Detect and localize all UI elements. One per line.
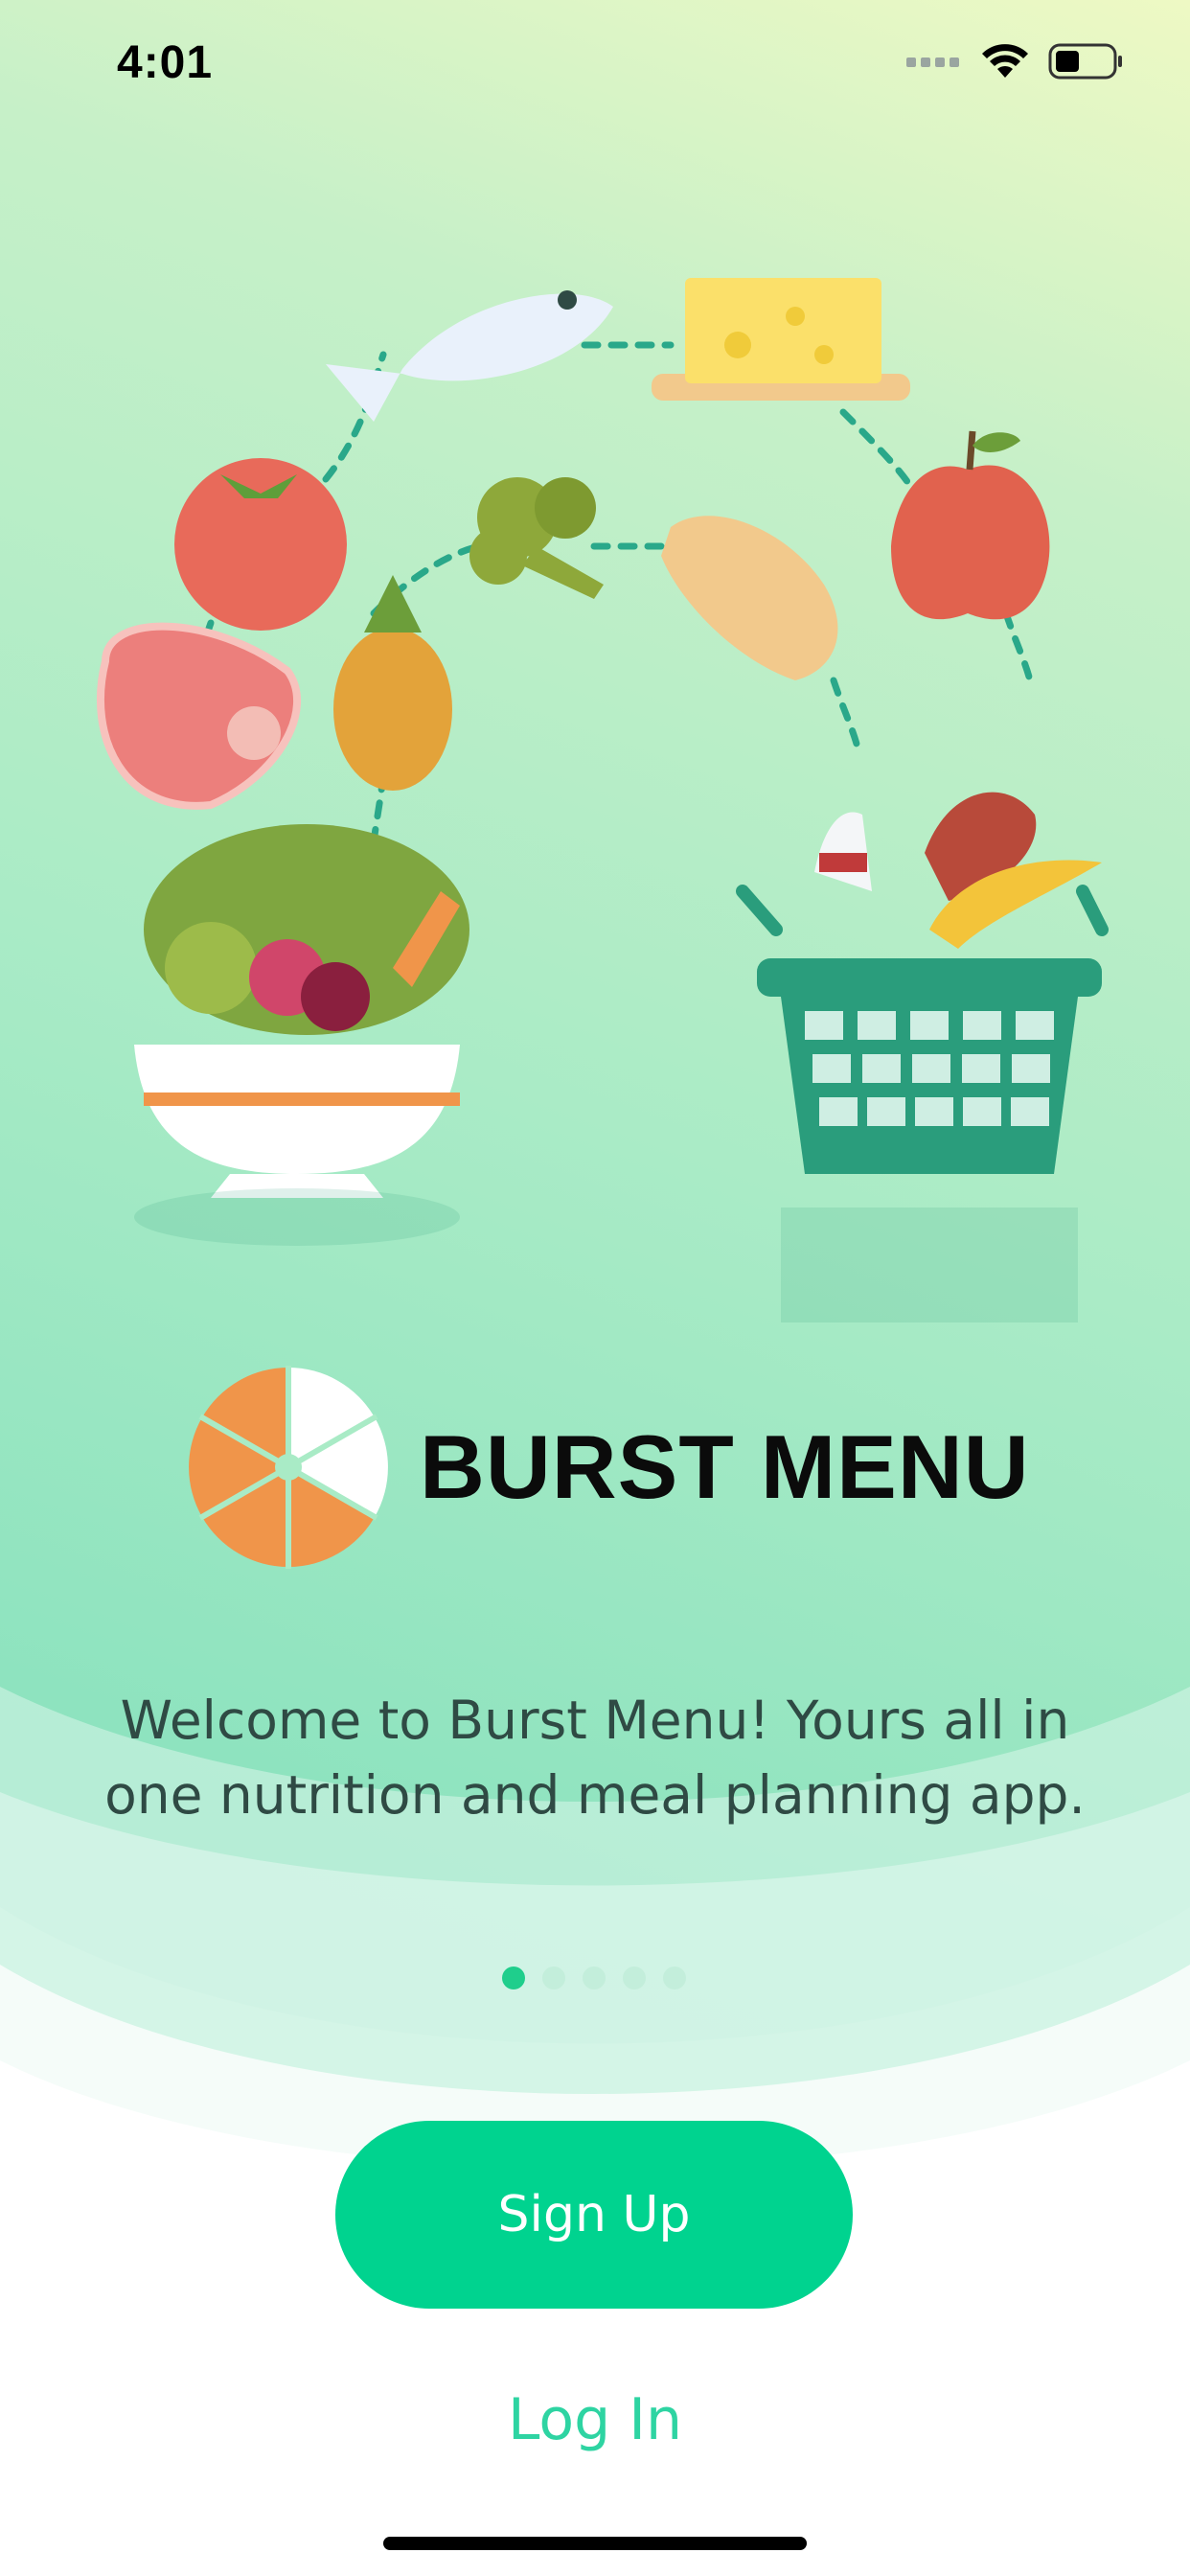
tomato-icon	[174, 458, 347, 631]
steak-icon	[96, 622, 301, 810]
page-indicator[interactable]	[502, 1966, 686, 1990]
brand-name: BURST MENU	[420, 1416, 1030, 1517]
welcome-line-1: Welcome to Burst Menu! Yours all in	[120, 1690, 1070, 1751]
page-dot-4[interactable]	[623, 1966, 646, 1990]
status-time: 4:01	[117, 37, 214, 88]
page-dot-5[interactable]	[663, 1966, 686, 1990]
cheese-icon	[652, 278, 910, 401]
broccoli-icon	[469, 477, 604, 599]
wifi-icon	[982, 44, 1028, 78]
status-bar: 4:01	[0, 0, 1190, 125]
brand-logo: BURST MENU	[186, 1365, 1030, 1570]
reflection	[134, 1188, 1078, 1322]
page-dot-3[interactable]	[583, 1966, 606, 1990]
apple-icon	[891, 430, 1050, 620]
battery-icon	[1048, 43, 1122, 80]
basket-icon	[736, 792, 1109, 1174]
page-dot-1[interactable]	[502, 1966, 525, 1990]
pineapple-icon	[333, 575, 452, 791]
welcome-text: Welcome to Burst Menu! Yours all in one …	[77, 1683, 1113, 1832]
status-icons	[906, 42, 1125, 80]
bread-icon	[661, 516, 838, 680]
signal-icon	[906, 58, 959, 67]
fish-icon	[326, 290, 613, 422]
log-in-link[interactable]: Log In	[451, 2386, 739, 2453]
food-illustration	[96, 278, 1109, 1322]
orange-slice-icon	[189, 1366, 388, 1569]
page-dot-2[interactable]	[542, 1966, 565, 1990]
sign-up-button[interactable]: Sign Up	[335, 2121, 853, 2309]
welcome-line-2: one nutrition and meal planning app.	[104, 1764, 1086, 1826]
salad-bowl-icon	[134, 824, 469, 1198]
home-indicator[interactable]	[383, 2537, 807, 2550]
